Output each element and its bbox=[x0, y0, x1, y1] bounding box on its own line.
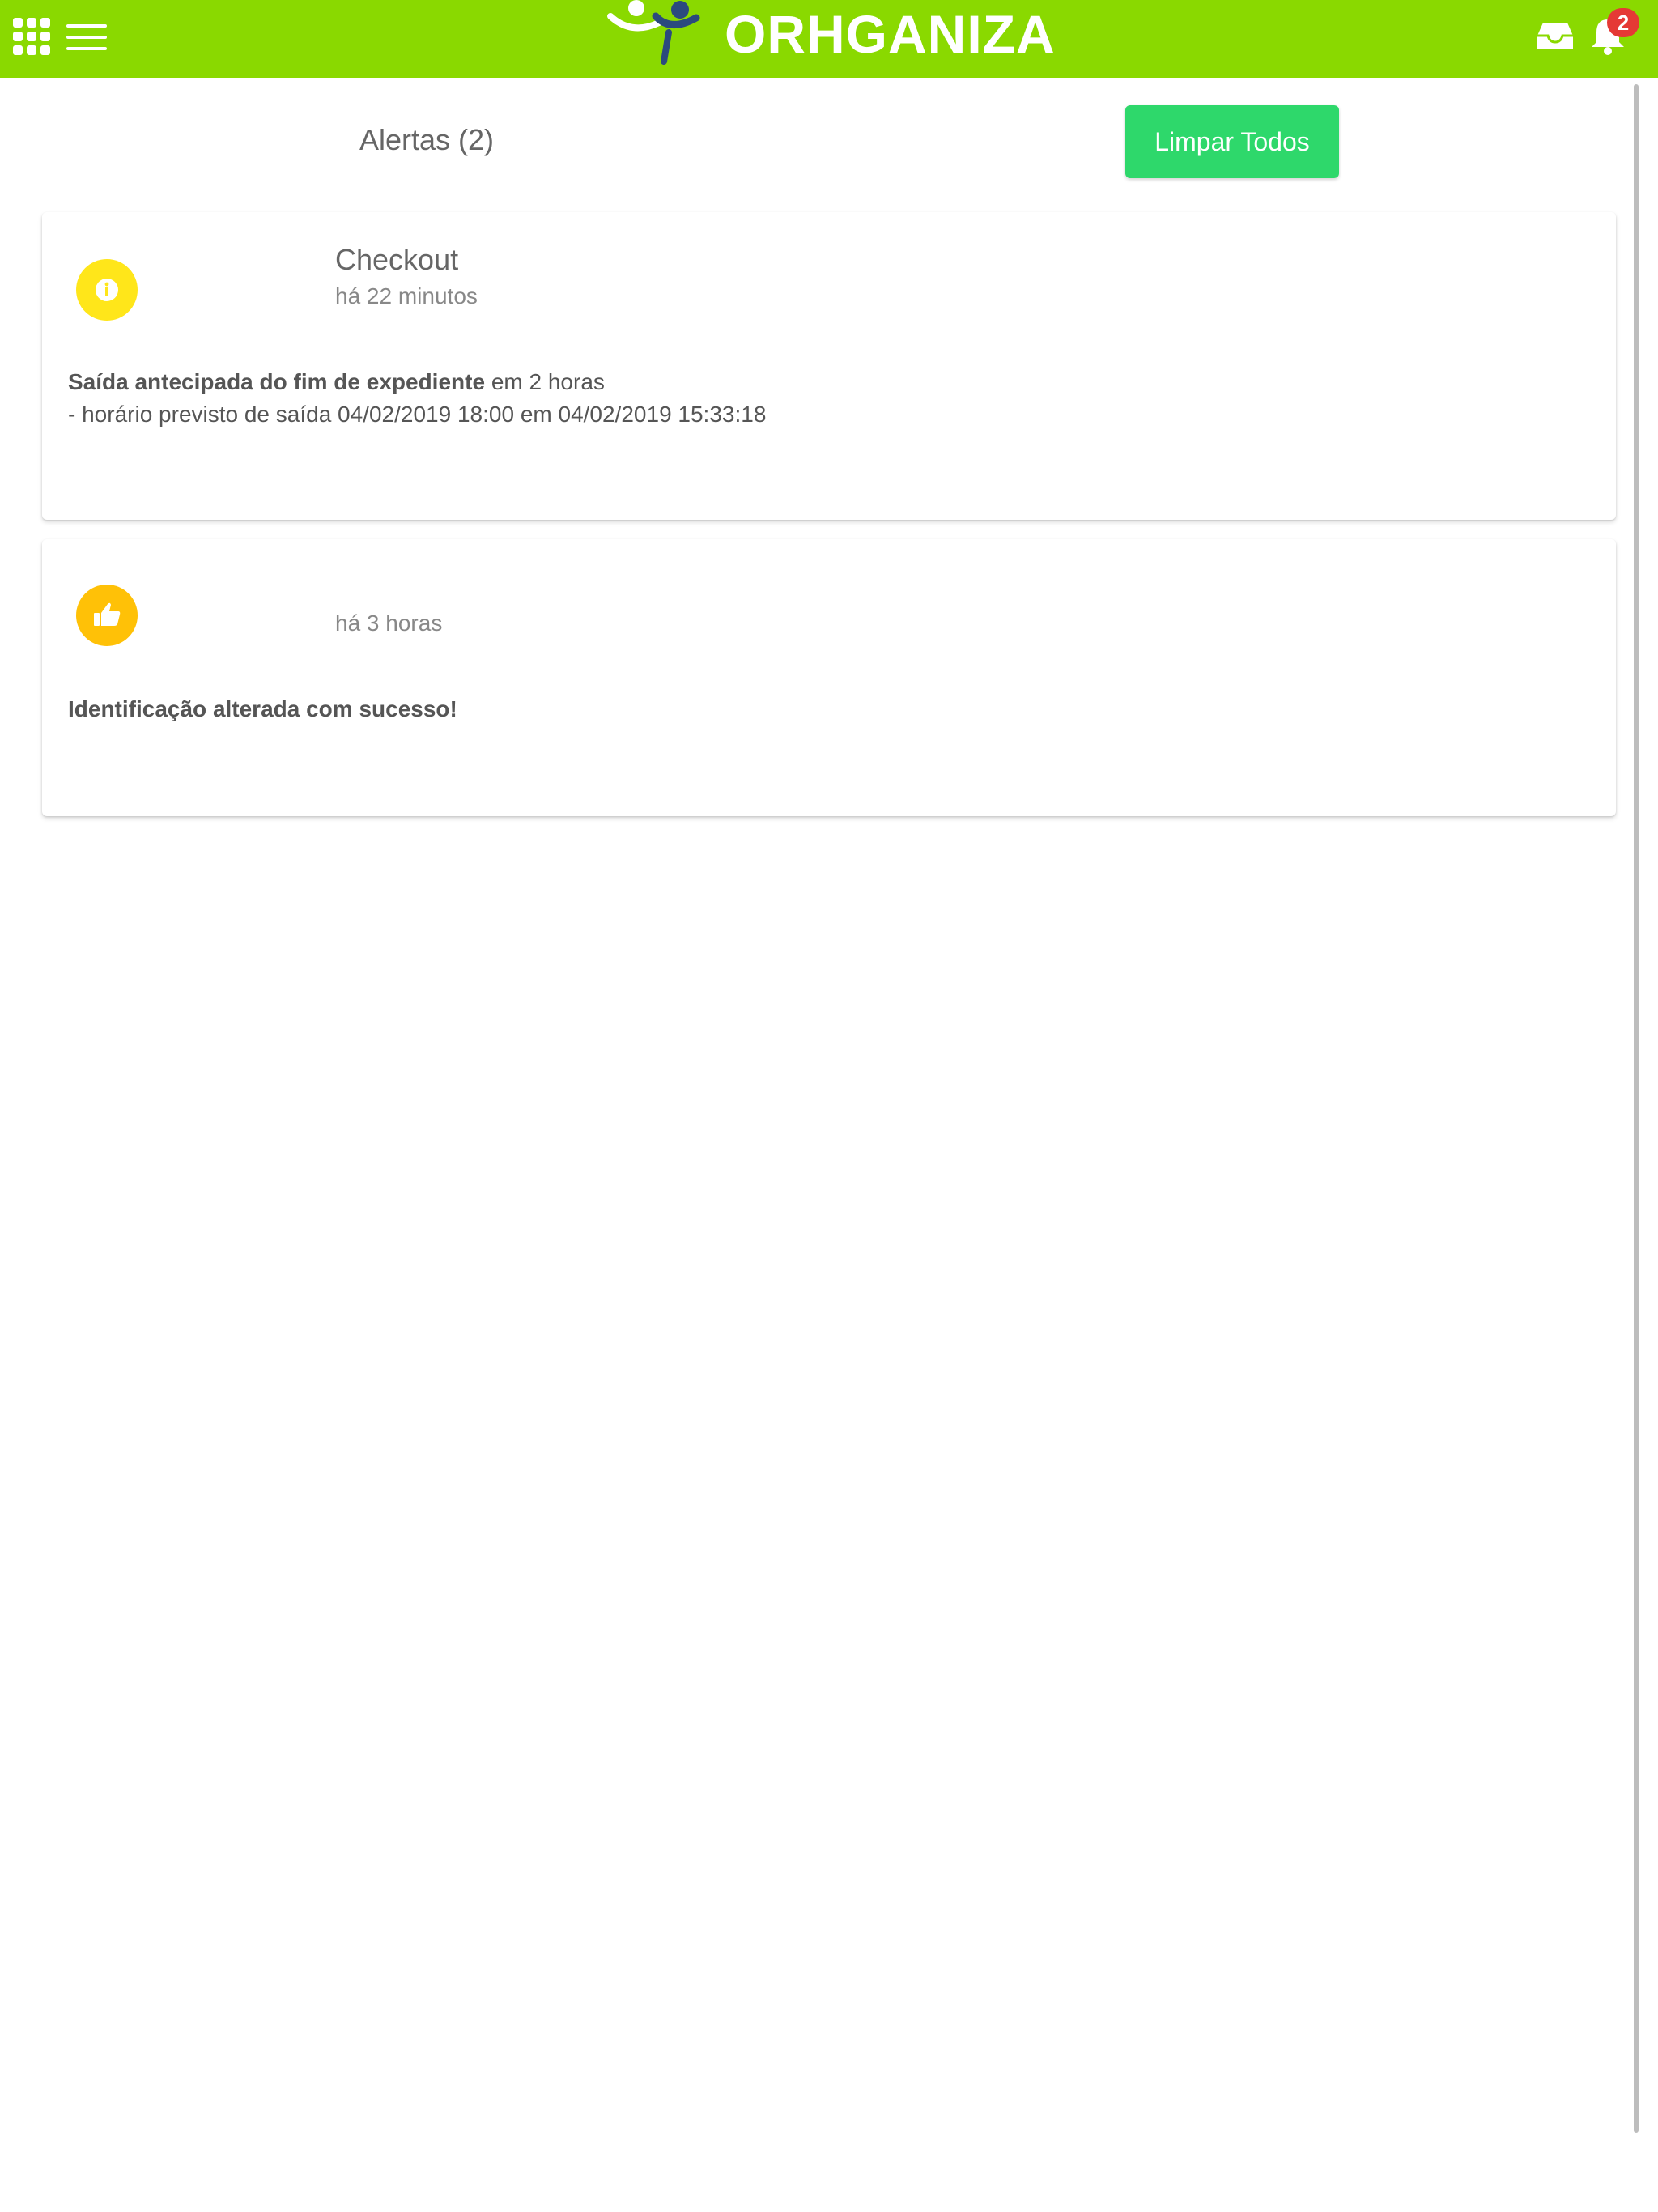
inbox-icon[interactable] bbox=[1537, 19, 1574, 52]
logo-figures-icon bbox=[607, 0, 700, 65]
alert-message-bold: Saída antecipada do fim de expediente bbox=[68, 369, 486, 394]
notification-badge: 2 bbox=[1607, 8, 1639, 37]
clear-all-button[interactable]: Limpar Todos bbox=[1125, 105, 1339, 178]
menu-icon[interactable] bbox=[66, 24, 107, 50]
alert-time: há 3 horas bbox=[335, 610, 443, 636]
alert-card[interactable]: Checkout há 22 minutos Saída antecipada … bbox=[42, 212, 1616, 520]
brand-logo: ORHGANIZA bbox=[607, 0, 1061, 78]
alert-message: Saída antecipada do fim de expediente em… bbox=[68, 366, 766, 431]
alerts-title: Alertas (2) bbox=[359, 123, 495, 156]
alert-title: Checkout bbox=[335, 243, 459, 276]
scrollbar[interactable] bbox=[1634, 84, 1639, 2133]
alert-message-bold: Identificação alterada com sucesso! bbox=[68, 696, 457, 721]
alert-card[interactable]: há 3 horas Identificação alterada com su… bbox=[42, 539, 1616, 816]
info-icon bbox=[76, 259, 138, 321]
alerts-header: Alertas (2) Limpar Todos bbox=[0, 78, 1619, 207]
alert-message-rest: em 2 horas bbox=[485, 369, 605, 394]
alert-time: há 22 minutos bbox=[335, 283, 478, 308]
alert-message: Identificação alterada com sucesso! bbox=[68, 693, 457, 725]
brand-name: ORHGANIZA bbox=[725, 4, 1056, 64]
apps-grid-icon[interactable] bbox=[13, 18, 50, 55]
alert-message-line2: - horário previsto de saída 04/02/2019 1… bbox=[68, 402, 767, 427]
thumbs-up-icon bbox=[76, 585, 138, 646]
top-bar: ORHGANIZA 2 bbox=[0, 0, 1658, 78]
